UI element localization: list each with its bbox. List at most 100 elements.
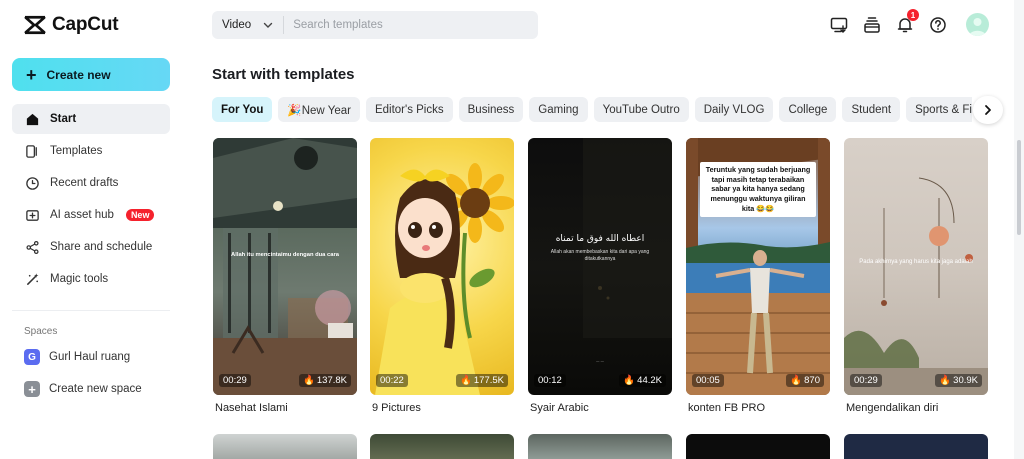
template-thumbnail: Teruntuk yang sudah berjuang tapi masih … [686, 138, 830, 395]
spaces-title: Spaces [24, 326, 58, 337]
template-thumbnail: Pada akhirnya yang harus kita jaga adala… [844, 138, 988, 395]
sidebar-item-start[interactable]: Start [12, 104, 170, 134]
search-type-select[interactable]: Video [212, 16, 285, 34]
flame-icon: 🔥 [623, 375, 636, 386]
search-type-value: Video [222, 19, 252, 31]
template-overlay-text: Pada akhirnya yang harus kita jaga adala… [859, 259, 973, 265]
sidebar-item-label: Magic tools [50, 273, 109, 285]
space-item-gurl-haul-ruang[interactable]: G Gurl Haul ruang [24, 349, 130, 365]
template-thumbnail: ﺍﻋﻄﺎﻩ ﺍﻟﻠﻪ ﻓﻮﻕ ﻣﺎ ﺗﻤﻨﺎﻩ — — Allah akan m… [528, 138, 672, 395]
template-card[interactable]: Teruntuk yang sudah berjuang tapi masih … [686, 138, 830, 395]
sidebar-item-label: Share and schedule [50, 241, 153, 253]
svg-text:ﺍﻋﻄﺎﻩ ﺍﻟﻠﻪ ﻓﻮﻕ ﻣﺎ ﺗﻤﻨﺎﻩ: ﺍﻋﻄﺎﻩ ﺍﻟﻠﻪ ﻓﻮﻕ ﻣﺎ ﺗﻤﻨﺎﻩ [556, 234, 645, 244]
template-card-partial[interactable] [213, 434, 357, 459]
template-likes-count: 30.9K [953, 375, 978, 386]
flame-icon: 🔥 [790, 375, 803, 386]
sidebar-item-label: AI asset hub [50, 209, 114, 221]
chip-for-you[interactable]: For You [212, 97, 273, 122]
template-title[interactable]: Syair Arabic [530, 402, 589, 414]
template-likes-count: 177.5K [473, 375, 504, 386]
template-likes-count: 44.2K [637, 375, 662, 386]
user-avatar[interactable] [966, 13, 989, 36]
template-overlay-text: Allah akan membebaskan kita dari apa yan… [550, 249, 650, 262]
template-card[interactable]: Pada akhirnya yang harus kita jaga adala… [844, 138, 988, 395]
sidebar-item-templates[interactable]: Templates [12, 136, 170, 166]
sidebar-item-magic-tools[interactable]: Magic tools [12, 264, 170, 294]
template-likes: 🔥 30.9K [935, 374, 982, 387]
template-card[interactable]: Allah itu mencintaimu dengan dua cara 00… [213, 138, 357, 395]
search-bar: Video [212, 11, 538, 39]
app-name: CapCut [52, 14, 119, 35]
template-card[interactable]: ﺍﻋﻄﺎﻩ ﺍﻟﻠﻪ ﻓﻮﻕ ﻣﺎ ﺗﻤﻨﺎﻩ — — Allah akan m… [528, 138, 672, 395]
svg-text:— —: — — [596, 359, 605, 363]
template-duration: 00:29 [850, 374, 882, 387]
sidebar-item-ai-asset-hub[interactable]: AI asset hub New [12, 200, 170, 230]
template-title[interactable]: 9 Pictures [372, 402, 421, 414]
template-title[interactable]: Mengendalikan diri [846, 402, 938, 414]
template-likes-count: 137.8K [316, 375, 347, 386]
inbox-tray-icon[interactable] [862, 15, 882, 35]
sidebar-item-label: Recent drafts [50, 177, 119, 189]
flame-icon: 🔥 [303, 375, 315, 386]
template-duration: 00:05 [692, 374, 724, 387]
section-title: Start with templates [212, 66, 355, 83]
template-card-partial[interactable] [370, 434, 514, 459]
template-card-partial[interactable] [686, 434, 830, 459]
plus-icon: + [26, 64, 37, 85]
chips-next-button[interactable] [973, 96, 1003, 124]
create-new-button[interactable]: + Create new [12, 58, 170, 91]
chip-daily-vlog[interactable]: Daily VLOG [694, 97, 774, 122]
template-title[interactable]: konten FB PRO [688, 402, 765, 414]
template-title[interactable]: Nasehat Islami [215, 402, 288, 414]
template-thumbnail [370, 138, 514, 395]
capcut-logo[interactable]: CapCut [24, 14, 119, 36]
plus-icon: + [24, 381, 40, 397]
template-likes: 🔥 44.2K [619, 374, 666, 387]
category-chips: For You 🎉New Year Editor's Picks Busines… [212, 97, 972, 123]
template-likes: 🔥 870 [786, 374, 824, 387]
template-card-partial[interactable] [528, 434, 672, 459]
template-likes: 🔥 137.8K [299, 374, 351, 387]
scrollbar-thumb[interactable] [1017, 140, 1021, 235]
create-new-label: Create new [46, 67, 111, 82]
clock-icon [24, 175, 40, 191]
create-new-space-button[interactable]: + Create new space [24, 381, 142, 397]
space-item-label: Create new space [49, 383, 142, 395]
chip-youtube-outro[interactable]: YouTube Outro [593, 97, 689, 122]
template-duration: 00:12 [534, 374, 566, 387]
help-icon[interactable] [928, 15, 948, 35]
user-avatar-icon [969, 18, 986, 36]
share-icon [24, 239, 40, 255]
home-icon [24, 111, 40, 127]
magic-wand-icon [24, 271, 40, 287]
sidebar-item-label: Templates [50, 145, 103, 157]
search-input[interactable] [284, 19, 505, 31]
sidebar: CapCut + Create new Start Templates Rece… [0, 0, 182, 459]
sidebar-nav: Start Templates Recent drafts AI asset h… [12, 104, 170, 296]
templates-icon [24, 143, 40, 159]
sidebar-item-recent-drafts[interactable]: Recent drafts [12, 168, 170, 198]
chip-editors-picks[interactable]: Editor's Picks [365, 97, 453, 122]
space-item-label: Gurl Haul ruang [49, 351, 131, 363]
sidebar-item-share-and-schedule[interactable]: Share and schedule [12, 232, 170, 262]
template-card-partial[interactable] [844, 434, 988, 459]
template-thumbnail: Allah itu mencintaimu dengan dua cara [213, 138, 357, 395]
flame-icon: 🔥 [939, 375, 952, 386]
ai-asset-icon [24, 207, 40, 223]
template-likes: 🔥 177.5K [456, 374, 508, 387]
chevron-down-icon [264, 22, 273, 28]
bell-icon[interactable]: 1 [895, 9, 919, 35]
template-likes-count: 870 [804, 375, 820, 386]
capcut-logo-icon [24, 15, 46, 35]
sidebar-divider [12, 310, 170, 311]
chevron-right-icon [985, 105, 991, 115]
chip-new-year[interactable]: 🎉New Year [278, 97, 360, 122]
chip-sports-fitness[interactable]: Sports & Fitness [906, 97, 972, 122]
chip-student[interactable]: Student [842, 97, 901, 122]
flame-icon: 🔥 [460, 375, 472, 386]
template-card[interactable]: 00:22 🔥 177.5K [370, 138, 514, 395]
chip-college[interactable]: College [779, 97, 837, 122]
chip-business[interactable]: Business [458, 97, 524, 122]
chip-gaming[interactable]: Gaming [529, 97, 588, 122]
download-desktop-icon[interactable] [829, 15, 849, 35]
